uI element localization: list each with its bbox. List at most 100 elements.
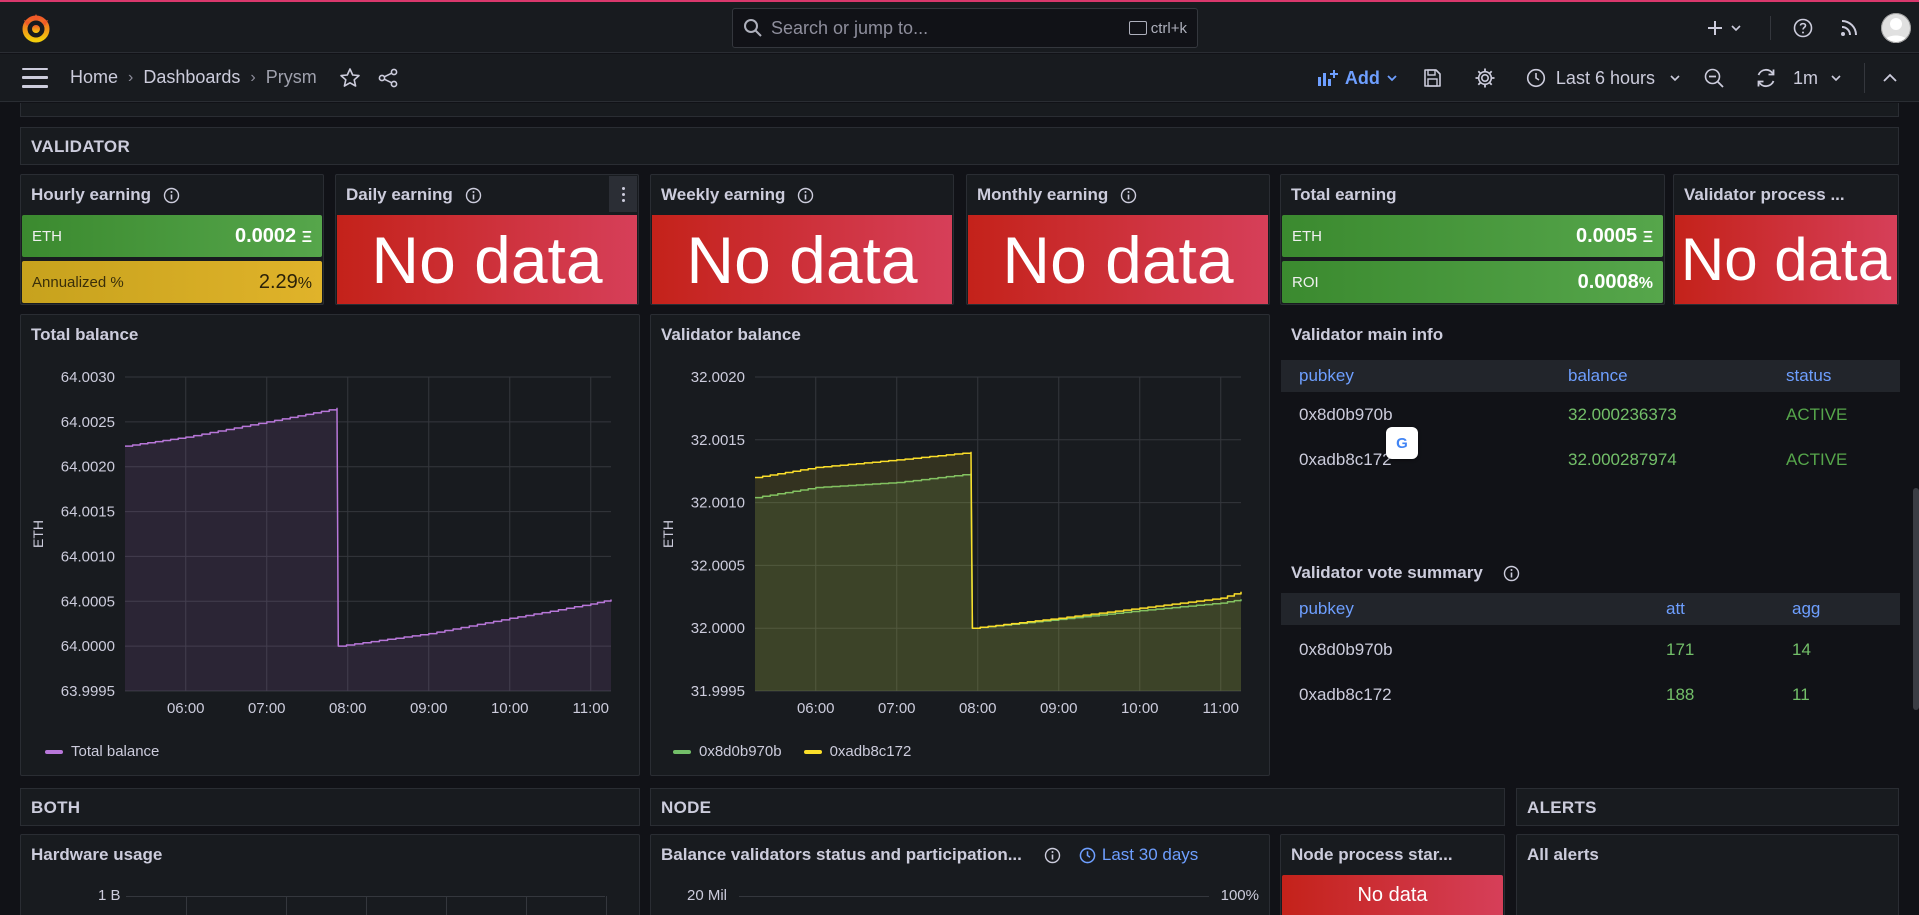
- column-header-agg[interactable]: agg: [1792, 599, 1820, 619]
- y-tick-label: 32.0000: [691, 620, 745, 637]
- panel-title: Validator main info: [1291, 325, 1444, 344]
- panel-node-process[interactable]: Node process star... No data: [1280, 834, 1505, 915]
- search-icon: [744, 19, 762, 37]
- y-tick-label: 64.0025: [61, 414, 115, 431]
- panel-title: Validator vote summary: [1291, 563, 1520, 583]
- x-tick-label: 11:00: [573, 700, 609, 717]
- row-header-alerts[interactable]: ALERTS: [1516, 788, 1899, 826]
- panel-hourly-earning[interactable]: Hourly earning ETH 0.0002 Ξ Annualized %…: [20, 174, 324, 305]
- stat-process-value: No data: [1675, 215, 1897, 304]
- google-translate-icon[interactable]: G: [1386, 427, 1418, 459]
- panel-validator-main-info[interactable]: Validator main info pubkey balance statu…: [1280, 314, 1900, 536]
- legend-series-2[interactable]: 0xadb8c172: [830, 743, 912, 760]
- info-icon[interactable]: [1120, 187, 1137, 204]
- panel-title: Monthly earning: [977, 185, 1137, 205]
- chart-legend: 0x8d0b970b 0xadb8c172: [673, 743, 911, 760]
- add-panel-button[interactable]: Add: [1317, 68, 1398, 89]
- table-cell-att: 171: [1666, 640, 1695, 659]
- panel-validator-balance[interactable]: Validator balance 32.0020 32.0015 32.0010 3…: [650, 314, 1270, 776]
- dashboard-settings-gear-icon[interactable]: [1474, 67, 1496, 89]
- column-header-att[interactable]: att: [1666, 599, 1685, 619]
- panel-daily-earning[interactable]: Daily earning No data: [335, 174, 639, 305]
- table-cell-pubkey: 0x8d0b970b: [1299, 405, 1393, 424]
- panel-weekly-earning[interactable]: Weekly earning No data: [650, 174, 954, 305]
- chevron-down-icon: [1831, 75, 1841, 82]
- panel-title: Node process star...: [1291, 845, 1453, 864]
- table-cell-balance: 32.000287974: [1568, 450, 1677, 469]
- y-axis-label: ETH: [660, 520, 676, 548]
- nav-divider: [1864, 63, 1865, 93]
- info-icon[interactable]: [797, 187, 814, 204]
- time-range-picker[interactable]: Last 6 hours: [1526, 68, 1681, 89]
- panel-monthly-earning[interactable]: Monthly earning No data: [966, 174, 1270, 305]
- chart-legend: Total balance: [45, 743, 159, 760]
- add-panel-label: Add: [1344, 67, 1380, 88]
- table-cell-agg: 11: [1792, 685, 1810, 704]
- zoom-out-icon[interactable]: [1703, 67, 1725, 89]
- x-tick-label: 08:00: [959, 700, 997, 717]
- panel-validator-process[interactable]: Validator process ... No data: [1673, 174, 1899, 305]
- y-tick-label: 32.0015: [691, 432, 745, 449]
- y-axis-label: ETH: [30, 520, 46, 548]
- column-header-pubkey[interactable]: pubkey: [1299, 366, 1354, 386]
- panel-title: Weekly earning: [661, 185, 814, 205]
- panel-hardware-usage[interactable]: Hardware usage 1 B: [20, 834, 640, 915]
- y-tick-label: 64.0000: [61, 638, 115, 655]
- search-shortcut: ctrl+k: [1128, 20, 1187, 37]
- add-panel-icon: [1317, 70, 1338, 86]
- refresh-icon[interactable]: [1755, 67, 1777, 89]
- dashboard-controls: Add Last 6 hours 1m: [1317, 54, 1919, 102]
- y-tick-label: 32.0005: [691, 557, 745, 574]
- grafana-logo-icon[interactable]: [20, 12, 52, 44]
- menu-toggle-icon[interactable]: [22, 67, 48, 88]
- refresh-interval-picker[interactable]: 1m: [1793, 68, 1842, 89]
- star-icon[interactable]: [339, 67, 361, 89]
- x-tick-label: 11:00: [1203, 700, 1239, 717]
- clock-icon: [1079, 847, 1096, 863]
- help-icon[interactable]: [1793, 18, 1813, 38]
- column-header-pubkey[interactable]: pubkey: [1299, 599, 1354, 619]
- table-header: pubkey balance status: [1281, 360, 1900, 392]
- row-header-node[interactable]: NODE: [650, 788, 1505, 826]
- dashboard-nav-bar: Home › Dashboards › Prysm Add Last 6 hou…: [0, 54, 1919, 102]
- column-header-balance[interactable]: balance: [1568, 366, 1628, 386]
- grid-line-vertical: [606, 896, 607, 915]
- save-dashboard-icon[interactable]: [1422, 68, 1442, 88]
- panel-time-override[interactable]: Last 30 days: [1079, 845, 1198, 865]
- row-header-both[interactable]: BOTH: [20, 788, 640, 826]
- news-feed-icon[interactable]: [1839, 18, 1859, 38]
- page-scrollbar[interactable]: [1913, 488, 1919, 710]
- stat-hourly-eth: ETH 0.0002 Ξ: [22, 215, 322, 257]
- panel-title: Validator process ...: [1684, 185, 1845, 204]
- stat-node-process-value: No data: [1282, 875, 1503, 915]
- search-placeholder: Search or jump to...: [771, 17, 929, 38]
- table-header: pubkey att agg: [1281, 593, 1900, 625]
- breadcrumb-dashboards[interactable]: Dashboards: [143, 67, 240, 88]
- chevron-up-icon[interactable]: [1881, 69, 1899, 87]
- legend-series-1[interactable]: 0x8d0b970b: [699, 743, 782, 760]
- grid-line-vertical: [186, 896, 187, 915]
- top-bar: Search or jump to... ctrl+k: [0, 2, 1919, 53]
- panel-menu-icon[interactable]: [609, 176, 637, 212]
- panel-total-balance[interactable]: Total balance 64.0030 64.0025 64.0020 64.00…: [20, 314, 640, 776]
- search-bar[interactable]: Search or jump to... ctrl+k: [732, 8, 1198, 48]
- panel-all-alerts[interactable]: All alerts: [1516, 834, 1899, 915]
- grid-line: [739, 896, 1209, 897]
- user-avatar[interactable]: [1881, 13, 1911, 43]
- panel-validator-vote-summary[interactable]: Validator vote summary pubkey att agg 0x…: [1280, 548, 1900, 776]
- info-icon[interactable]: [163, 187, 180, 204]
- column-header-status[interactable]: status: [1786, 366, 1831, 386]
- x-tick-label: 07:00: [248, 700, 286, 717]
- row-header-validator[interactable]: VALIDATOR: [20, 127, 1899, 165]
- table-cell-pubkey: 0xadb8c172: [1299, 450, 1392, 469]
- breadcrumb-home[interactable]: Home: [70, 67, 118, 88]
- panel-balance-validators-status[interactable]: Balance validators status and participat…: [650, 834, 1270, 915]
- info-icon[interactable]: [1044, 847, 1061, 864]
- info-icon[interactable]: [465, 187, 482, 204]
- y-tick-label: 31.9995: [691, 683, 745, 700]
- info-icon[interactable]: [1503, 565, 1520, 582]
- new-menu-button[interactable]: [1706, 19, 1742, 37]
- panel-total-earning[interactable]: Total earning ETH 0.0005 Ξ ROI 0.0008%: [1280, 174, 1665, 305]
- legend-total-balance[interactable]: Total balance: [71, 743, 159, 760]
- share-icon[interactable]: [377, 67, 399, 89]
